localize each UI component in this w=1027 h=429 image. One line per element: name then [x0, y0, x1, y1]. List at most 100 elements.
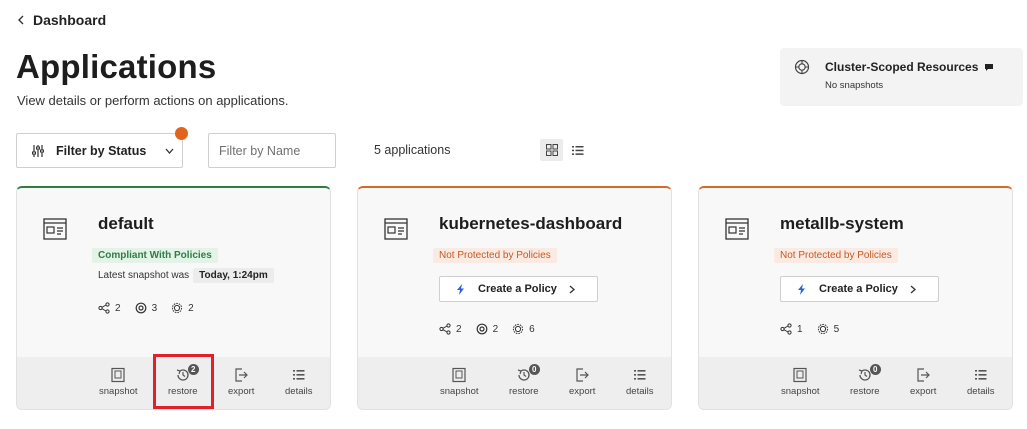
export-icon — [917, 368, 931, 382]
stat-configs: 2 — [171, 302, 194, 314]
details-action[interactable]: details — [626, 357, 653, 409]
create-policy-button[interactable]: Create a Policy — [780, 276, 939, 302]
restore-action[interactable]: 2 restore — [168, 357, 199, 409]
snapshot-label: snapshot — [99, 386, 138, 397]
export-action[interactable]: export — [910, 357, 936, 409]
stat-workloads-value: 3 — [151, 302, 158, 314]
network-icon — [780, 323, 792, 335]
sliders-icon — [32, 144, 44, 157]
latest-snapshot-line: Latest snapshot was Today, 1:24pm — [98, 268, 274, 283]
export-label: export — [569, 386, 596, 397]
cluster-status: No snapshots — [825, 80, 884, 91]
card-actions: snapshot 2 restore export details — [17, 357, 330, 409]
network-icon — [439, 323, 451, 335]
chevron-left-icon — [18, 15, 24, 25]
application-window-icon — [725, 218, 749, 240]
stat-workloads: 3 — [135, 302, 158, 314]
grid-icon — [545, 144, 558, 156]
filter-by-status-dropdown[interactable]: Filter by Status — [16, 133, 183, 168]
application-count: 5 applications — [374, 143, 451, 157]
snapshot-action[interactable]: snapshot — [99, 357, 138, 409]
lightning-icon — [457, 283, 464, 295]
breadcrumb[interactable]: Dashboard — [17, 12, 106, 28]
settings-icon — [817, 323, 828, 335]
resource-stats: 2 3 2 — [98, 302, 194, 314]
list-view-toggle[interactable] — [570, 141, 586, 159]
filter-by-status-label: Filter by Status — [56, 143, 147, 158]
restore-label: restore — [850, 386, 880, 397]
comment-icon — [985, 63, 994, 71]
cluster-icon — [794, 59, 810, 75]
restore-action[interactable]: 0 restore — [850, 357, 881, 409]
filter-by-name-input[interactable] — [208, 133, 336, 168]
restore-label: restore — [509, 386, 539, 397]
cluster-scoped-resources-panel[interactable]: Cluster-Scoped Resources No snapshots — [780, 48, 1023, 106]
restore-label: restore — [168, 386, 198, 397]
cluster-title-text: Cluster-Scoped Resources — [825, 60, 979, 74]
page-title: Applications — [16, 48, 217, 85]
chevron-down-icon — [165, 148, 174, 154]
application-window-icon — [384, 218, 408, 240]
details-label: details — [285, 386, 313, 397]
stat-connections: 2 — [439, 323, 462, 335]
export-icon — [576, 368, 590, 382]
protection-badge: Not Protected by Policies — [774, 248, 898, 263]
snapshot-label: snapshot — [440, 386, 479, 397]
stat-configs: 5 — [817, 323, 840, 335]
resource-stats: 2 2 6 — [439, 323, 535, 335]
stat-configs-value: 2 — [188, 302, 194, 314]
create-policy-button[interactable]: Create a Policy — [439, 276, 598, 302]
details-list-icon — [974, 370, 987, 380]
export-label: export — [228, 386, 255, 397]
resource-stats: 1 5 — [780, 323, 839, 335]
settings-icon — [172, 302, 183, 314]
restore-count-badge: 0 — [869, 364, 881, 375]
details-label: details — [967, 386, 995, 397]
snapshot-action[interactable]: snapshot — [781, 357, 820, 409]
protection-badge: Not Protected by Policies — [433, 248, 557, 263]
chevron-right-icon — [569, 285, 575, 293]
stat-workloads-value: 2 — [492, 323, 499, 335]
stat-configs-value: 5 — [833, 323, 840, 335]
details-label: details — [626, 386, 654, 397]
snapshot-icon — [452, 367, 466, 383]
restore-count-badge: 2 — [187, 364, 199, 375]
chevron-right-icon — [910, 285, 916, 293]
export-action[interactable]: export — [569, 357, 595, 409]
restore-action[interactable]: 0 restore — [509, 357, 540, 409]
restore-count-badge: 0 — [528, 364, 540, 375]
compliance-badge: Compliant With Policies — [92, 248, 218, 263]
stat-workloads: 2 — [476, 323, 499, 335]
snapshot-icon — [793, 367, 807, 383]
stat-configs: 6 — [512, 323, 535, 335]
app-name[interactable]: default — [98, 214, 154, 234]
stat-configs-value: 6 — [529, 323, 535, 335]
stat-connections: 1 — [780, 323, 803, 335]
export-label: export — [910, 386, 937, 397]
create-policy-label: Create a Policy — [819, 283, 898, 295]
filter-notification-dot — [175, 127, 188, 140]
export-action[interactable]: export — [228, 357, 254, 409]
list-icon — [572, 145, 584, 155]
app-card-metallb-system[interactable]: metallb-system Not Protected by Policies… — [698, 186, 1013, 410]
snapshot-action[interactable]: snapshot — [440, 357, 479, 409]
network-icon — [98, 302, 110, 314]
card-actions: snapshot 0 restore export details — [358, 357, 671, 409]
details-action[interactable]: details — [967, 357, 994, 409]
app-card-kubernetes-dashboard[interactable]: kubernetes-dashboard Not Protected by Po… — [357, 186, 672, 410]
stat-connections: 2 — [98, 302, 121, 314]
breadcrumb-dashboard-link[interactable]: Dashboard — [33, 12, 106, 28]
snapshot-label: snapshot — [781, 386, 820, 397]
app-name[interactable]: metallb-system — [780, 214, 904, 234]
lightning-icon — [798, 283, 805, 295]
details-list-icon — [292, 370, 305, 380]
app-card-default[interactable]: default Compliant With Policies Latest s… — [16, 186, 331, 410]
gear-icon — [476, 323, 487, 335]
application-window-icon — [43, 218, 67, 240]
snapshot-icon — [111, 367, 125, 383]
grid-view-toggle[interactable] — [540, 139, 563, 161]
create-policy-label: Create a Policy — [478, 283, 557, 295]
details-action[interactable]: details — [285, 357, 312, 409]
app-name[interactable]: kubernetes-dashboard — [439, 214, 622, 234]
stat-connections-value: 2 — [115, 302, 121, 314]
